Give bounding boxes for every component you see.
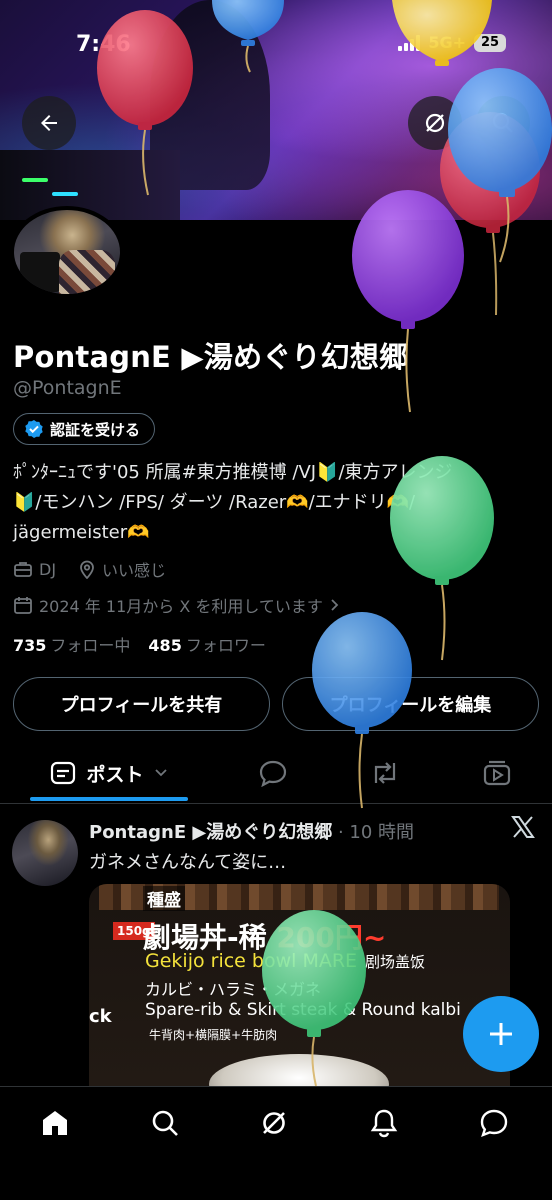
- grok-nav-icon: [263, 1112, 285, 1134]
- network-type: 5G+: [428, 33, 466, 52]
- nav-notifications[interactable]: [364, 1103, 404, 1143]
- share-profile-button[interactable]: プロフィールを共有: [13, 677, 270, 731]
- back-button[interactable]: [22, 96, 76, 150]
- followers-link[interactable]: 485 フォロワー: [148, 632, 265, 656]
- chevron-down-icon: [154, 769, 167, 777]
- following-count: 735: [13, 636, 47, 655]
- follow-counts: 735 フォロー中 485 フォロワー: [13, 632, 266, 656]
- messages-icon: [480, 1109, 508, 1138]
- user-handle: @PontagnE: [13, 377, 122, 399]
- compose-post-button[interactable]: [463, 996, 539, 1072]
- back-arrow-icon: [41, 115, 57, 131]
- post-author-avatar[interactable]: [12, 820, 78, 886]
- post-header: PontagnE ▶湯めぐり幻想郷 · 10 時間: [89, 818, 414, 844]
- calendar-icon: [14, 597, 32, 614]
- menu-japanese: カルビ・ハラミ・メガネ: [145, 980, 322, 999]
- following-label: フォロー中: [50, 636, 131, 655]
- banner-led: [22, 178, 48, 182]
- bio-line: 🔰/モンハン /FPS/ ダーツ /Razer🫶/エナドリ🫶/: [13, 492, 416, 513]
- repost-tab-icon: [374, 762, 396, 784]
- followers-label: フォロワー: [185, 636, 266, 655]
- home-icon: [43, 1111, 67, 1135]
- nav-messages[interactable]: [474, 1103, 514, 1143]
- status-time: 7:46: [76, 32, 131, 57]
- profile-bio: ﾎﾟﾝﾀｰﾆｭです'05 所属#東方推模博 /VJ🔰/東方アレンジ 🔰/モンハン…: [13, 458, 528, 548]
- tab-posts[interactable]: ポスト: [30, 742, 188, 804]
- plus-icon: [490, 1023, 512, 1045]
- grok-icon: [425, 113, 445, 133]
- bottom-navigation: [0, 1086, 552, 1200]
- get-verified-button[interactable]: 認証を受ける: [13, 413, 156, 445]
- search-button[interactable]: [476, 96, 530, 150]
- status-bar: 7:46 5G+ 25: [0, 0, 552, 90]
- joined-date: 2024 年 11月から X を利用しています: [39, 597, 323, 616]
- post-image[interactable]: 種盛 150g 劇場丼-稀 200円~ Gekijo rice bowl MAR…: [89, 884, 510, 1086]
- following-link[interactable]: 735 フォロー中: [13, 632, 130, 656]
- followers-count: 485: [148, 636, 182, 655]
- menu-japanese-desc: 牛背肉+横隔膜+牛肪肉: [149, 1028, 278, 1042]
- search-icon: [492, 112, 513, 133]
- menu-side-text: ck: [89, 1006, 112, 1027]
- post-timestamp[interactable]: · 10 時間: [338, 822, 414, 843]
- post-author-name[interactable]: PontagnE ▶湯めぐり幻想郷: [89, 822, 332, 843]
- tab-replies[interactable]: [248, 742, 298, 804]
- nav-home[interactable]: [35, 1103, 75, 1143]
- menu-english-name: Gekijo rice bowl MARE: [145, 950, 358, 972]
- rice-bowl: [209, 1054, 389, 1086]
- grok-button[interactable]: [408, 96, 462, 150]
- joined-row[interactable]: 2024 年 11月から X を利用しています: [13, 593, 341, 617]
- bell-icon: [370, 1109, 398, 1138]
- menu-top-label: 種盛: [143, 886, 185, 911]
- banner-led: [52, 192, 78, 196]
- get-verified-label: 認証を受ける: [50, 420, 141, 439]
- menu-chinese: 剧场盖饭: [365, 953, 426, 971]
- post-x-button[interactable]: [510, 814, 536, 844]
- tab-reposts[interactable]: [360, 742, 410, 804]
- display-name: PontagnE ▶湯めぐり幻想郷: [13, 340, 409, 374]
- active-tab-indicator: [30, 797, 188, 801]
- status-indicators: 5G+ 25: [398, 33, 506, 52]
- tab-videos[interactable]: [472, 742, 522, 804]
- chevron-right-icon: [331, 599, 339, 611]
- posts-tab-icon: [51, 761, 76, 785]
- menu-english-desc: Spare-rib & Skirt steak & Round kalbi: [145, 1000, 461, 1020]
- nav-grok[interactable]: [254, 1103, 294, 1143]
- nav-search[interactable]: [145, 1103, 185, 1143]
- reply-tab-icon: [259, 760, 287, 787]
- menu-english: Gekijo rice bowl MARE 剧场盖饭: [145, 950, 425, 972]
- balloon: [352, 190, 464, 413]
- profile-category: DJ: [39, 559, 57, 579]
- avatar[interactable]: [14, 210, 120, 294]
- avatar-equipment: [20, 252, 60, 292]
- profile-tabs: ポスト: [0, 742, 552, 804]
- bio-line: jägermeister🫶: [13, 522, 150, 543]
- profile-location: いい感じ: [102, 561, 167, 580]
- profile-meta-row: DJ いい感じ: [13, 557, 166, 581]
- signal-icon: [398, 34, 421, 51]
- avatar-shirt: [59, 250, 115, 294]
- post-text: ガネメさんなんて姿に…: [89, 852, 287, 873]
- verified-badge-icon: [25, 420, 43, 438]
- tab-posts-label: ポスト: [86, 763, 144, 786]
- briefcase-icon: [14, 562, 32, 577]
- edit-profile-button[interactable]: プロフィールを編集: [282, 677, 539, 731]
- location-pin-icon: [80, 560, 94, 579]
- x-logo-icon: [511, 816, 535, 838]
- bio-line: ﾎﾟﾝﾀｰﾆｭです'05 所属#東方推模博 /VJ🔰/東方アレンジ: [13, 462, 453, 483]
- video-tab-icon: [483, 760, 511, 786]
- battery-icon: 25: [474, 33, 506, 52]
- search-icon: [152, 1110, 178, 1136]
